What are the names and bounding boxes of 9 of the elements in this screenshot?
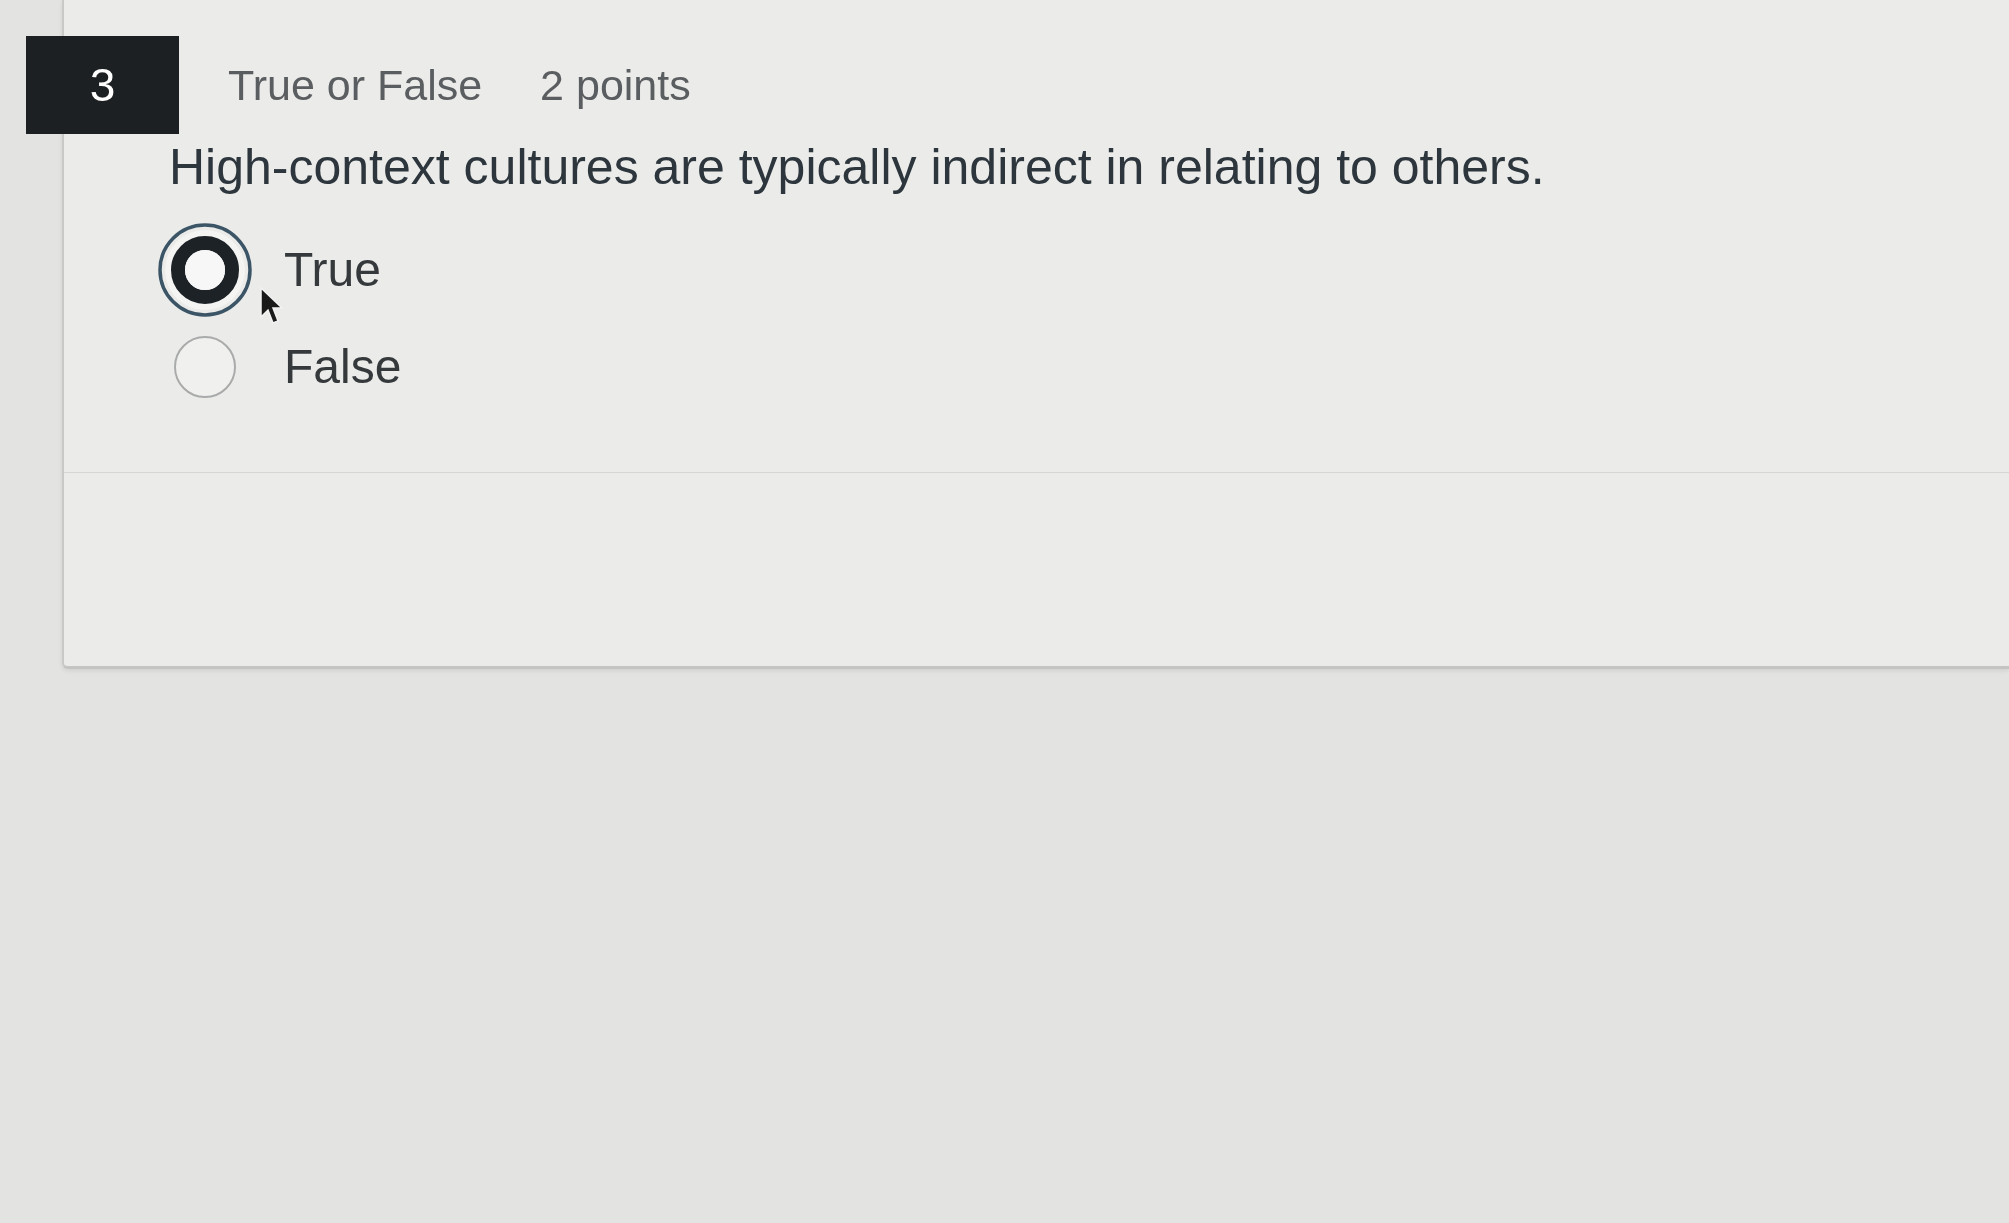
answer-label[interactable]: False <box>284 343 402 391</box>
answer-label[interactable]: True <box>284 246 381 294</box>
question-text: High-context cultures are typically indirect in relating to others. <box>169 138 1545 196</box>
question-type: True or False <box>228 60 483 110</box>
question-points: 2 points <box>540 60 691 110</box>
cursor-icon <box>260 287 284 325</box>
question-number: 3 <box>26 36 179 134</box>
radio-button[interactable] <box>174 336 236 398</box>
radio-button[interactable] <box>158 223 252 317</box>
